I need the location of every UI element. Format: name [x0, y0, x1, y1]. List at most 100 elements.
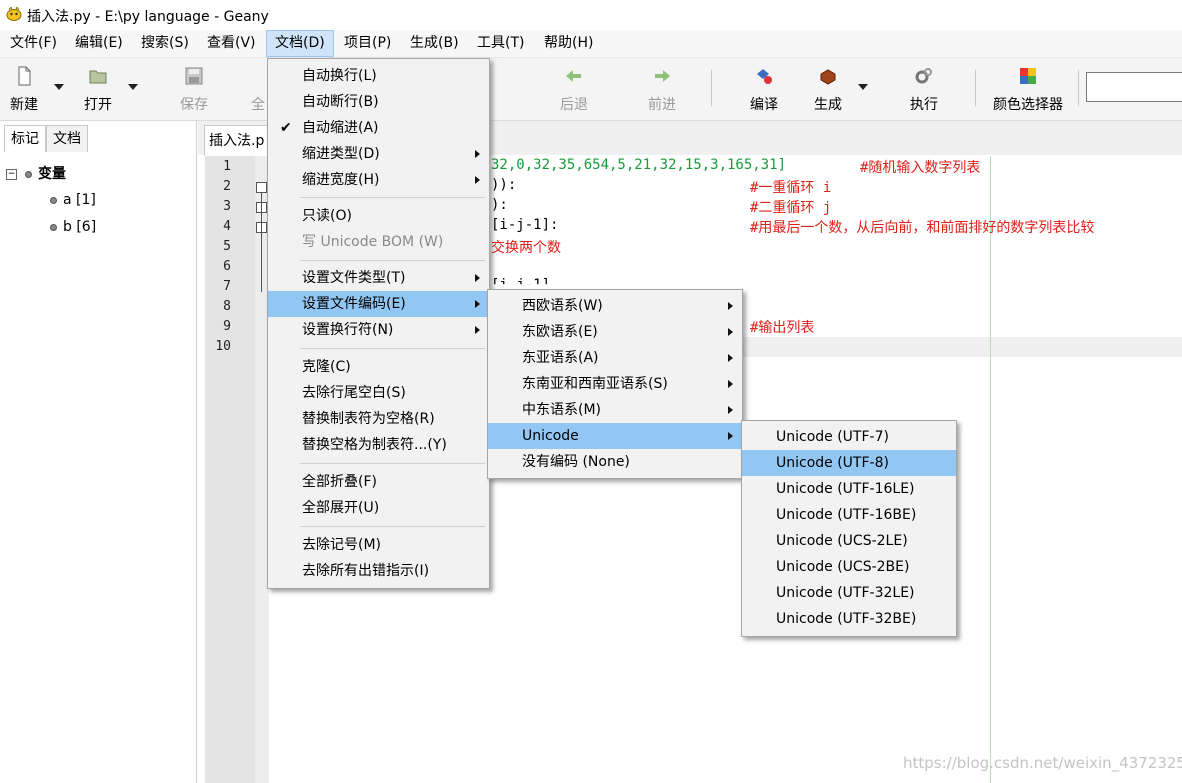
menu-item-set-encoding[interactable]: 设置文件编码(E) — [268, 291, 489, 317]
watermark: https://blog.csdn.net/weixin_43723256 — [903, 754, 1182, 772]
menu-view[interactable]: 查看(V) — [199, 30, 264, 57]
new-button[interactable]: 新建 — [4, 64, 44, 113]
menu-item-label: 克隆(C) — [302, 359, 351, 375]
menu-file[interactable]: 文件(F) — [2, 30, 65, 57]
menu-item-utf32le[interactable]: Unicode (UTF-32LE) — [742, 580, 956, 606]
menu-item-east-asian[interactable]: 东亚语系(A) — [488, 345, 742, 371]
menu-item-remove-error-indicators[interactable]: 去除所有出错指示(I) — [268, 558, 489, 584]
line-number: 8 — [223, 299, 231, 314]
code-line-3: ): — [491, 197, 508, 213]
menu-item-ucs2le[interactable]: Unicode (UCS-2LE) — [742, 528, 956, 554]
menu-item-tabs-to-spaces[interactable]: 替换制表符为空格(R) — [268, 406, 489, 432]
menu-item-utf16le[interactable]: Unicode (UTF-16LE) — [742, 476, 956, 502]
submenu-arrow-icon — [475, 326, 480, 334]
menu-item-utf7[interactable]: Unicode (UTF-7) — [742, 424, 956, 450]
menu-item-utf8[interactable]: Unicode (UTF-8) — [742, 450, 956, 476]
save-all-button[interactable]: 全 — [248, 64, 268, 113]
color-picker-button[interactable]: 颜色选择器 — [988, 64, 1068, 113]
menu-item-auto-indent[interactable]: ✔ 自动缩进(A) — [268, 115, 489, 141]
menu-item-utf32be[interactable]: Unicode (UTF-32BE) — [742, 606, 956, 632]
code-line-9-comment: #输出列表 — [750, 320, 815, 336]
new-file-icon — [18, 66, 31, 86]
menu-item-label: Unicode (UCS-2LE) — [776, 533, 908, 549]
tab-file[interactable]: 插入法.p — [204, 125, 270, 156]
compile-button[interactable]: 编译 — [744, 64, 784, 113]
menu-tools[interactable]: 工具(T) — [469, 30, 532, 57]
submenu-arrow-icon — [475, 176, 480, 184]
menu-item-remove-markers[interactable]: 去除记号(M) — [268, 532, 489, 558]
menu-help[interactable]: 帮助(H) — [536, 30, 601, 57]
menu-bar: 文件(F) 编辑(E) 搜索(S) 查看(V) 文档(D) 项目(P) 生成(B… — [0, 30, 1182, 58]
collapse-toggle-icon[interactable]: − — [6, 168, 17, 180]
line-number: 3 — [223, 199, 231, 214]
menu-item-auto-wrap[interactable]: 自动换行(L) — [268, 63, 489, 89]
menu-item-label: 自动断行(B) — [302, 94, 379, 110]
menu-project[interactable]: 项目(P) — [336, 30, 399, 57]
menu-build[interactable]: 生成(B) — [402, 30, 467, 57]
menu-item-read-only[interactable]: 只读(O) — [268, 203, 489, 229]
tree-root-variables[interactable]: − 变量 — [6, 163, 66, 183]
open-label: 打开 — [84, 97, 112, 113]
execute-button[interactable]: 执行 — [904, 64, 944, 113]
menu-item-strip-trailing-spaces[interactable]: 去除行尾空白(S) — [268, 380, 489, 406]
menu-item-label: 自动换行(L) — [302, 68, 377, 84]
menu-item-indent-type[interactable]: 缩进类型(D) — [268, 141, 489, 167]
menu-item-unfold-all[interactable]: 全部展开(U) — [268, 495, 489, 521]
menu-item-middle-eastern[interactable]: 中东语系(M) — [488, 397, 742, 423]
menu-separator — [300, 526, 485, 527]
menu-item-label: 缩进宽度(H) — [302, 172, 380, 188]
menu-item-label: Unicode (UTF-16LE) — [776, 481, 915, 497]
tree-item-label: a [1] — [63, 192, 96, 208]
tab-symbols[interactable]: 标记 — [4, 125, 46, 152]
tree-item[interactable]: a [1] — [50, 192, 96, 208]
open-dropdown-arrow[interactable] — [128, 84, 138, 90]
menu-item-unicode[interactable]: Unicode — [488, 423, 742, 449]
tree-root-label: 变量 — [38, 166, 66, 182]
menu-item-auto-line-break[interactable]: 自动断行(B) — [268, 89, 489, 115]
tab-documents[interactable]: 文档 — [46, 125, 88, 152]
menu-item-ucs2be[interactable]: Unicode (UCS-2BE) — [742, 554, 956, 580]
menu-item-label: 东欧语系(E) — [522, 324, 598, 340]
menu-item-indent-width[interactable]: 缩进宽度(H) — [268, 167, 489, 193]
execute-label: 执行 — [910, 97, 938, 113]
new-dropdown-arrow[interactable] — [54, 84, 64, 90]
menu-edit[interactable]: 编辑(E) — [67, 30, 131, 57]
build-dropdown-arrow[interactable] — [858, 84, 868, 90]
menu-item-write-bom[interactable]: 写 Unicode BOM (W) — [268, 229, 489, 255]
menu-item-utf16be[interactable]: Unicode (UTF-16BE) — [742, 502, 956, 528]
forward-button[interactable]: 前进 — [642, 64, 682, 113]
build-button[interactable]: 生成 — [808, 64, 848, 113]
document-menu: 自动换行(L) 自动断行(B) ✔ 自动缩进(A) 缩进类型(D) 缩进宽度(H)… — [267, 58, 490, 589]
back-button[interactable]: 后退 — [554, 64, 594, 113]
menu-separator — [300, 463, 485, 464]
menu-separator — [300, 260, 485, 261]
save-button[interactable]: 保存 — [174, 64, 214, 113]
code-line-2: )): — [491, 177, 517, 193]
tree-item[interactable]: b [6] — [50, 219, 96, 235]
menu-item-eastern-european[interactable]: 东欧语系(E) — [488, 319, 742, 345]
menu-search[interactable]: 搜索(S) — [133, 30, 197, 57]
menu-item-fold-all[interactable]: 全部折叠(F) — [268, 469, 489, 495]
menu-item-set-file-type[interactable]: 设置文件类型(T) — [268, 265, 489, 291]
menu-item-set-line-endings[interactable]: 设置换行符(N) — [268, 317, 489, 343]
open-button[interactable]: 打开 — [78, 64, 118, 113]
search-input[interactable] — [1086, 72, 1182, 102]
menu-separator — [300, 348, 485, 349]
menu-item-spaces-to-tabs[interactable]: 替换空格为制表符...(Y) — [268, 432, 489, 458]
menu-item-clone[interactable]: 克隆(C) — [268, 354, 489, 380]
menu-document[interactable]: 文档(D) — [266, 30, 334, 57]
code-line-1-comment: #随机输入数字列表 — [860, 160, 981, 176]
menu-item-label: 替换制表符为空格(R) — [302, 411, 435, 427]
variable-icon — [50, 196, 57, 204]
geany-app-icon — [6, 7, 22, 21]
unicode-submenu: Unicode (UTF-7) Unicode (UTF-8) Unicode … — [741, 420, 957, 637]
line-number: 1 — [223, 159, 231, 174]
menu-item-label: 全部折叠(F) — [302, 474, 377, 490]
menu-item-no-encoding[interactable]: 没有编码 (None) — [488, 449, 742, 475]
menu-item-southeast-southwest-asian[interactable]: 东南亚和西南亚语系(S) — [488, 371, 742, 397]
menu-item-label: 去除行尾空白(S) — [302, 385, 406, 401]
line-number: 6 — [223, 259, 231, 274]
menu-item-western-european[interactable]: 西欧语系(W) — [488, 293, 742, 319]
code-line-4-comment: #用最后一个数，从后向前，和前面排好的数字列表比较 — [750, 220, 1095, 236]
back-label: 后退 — [560, 97, 588, 113]
